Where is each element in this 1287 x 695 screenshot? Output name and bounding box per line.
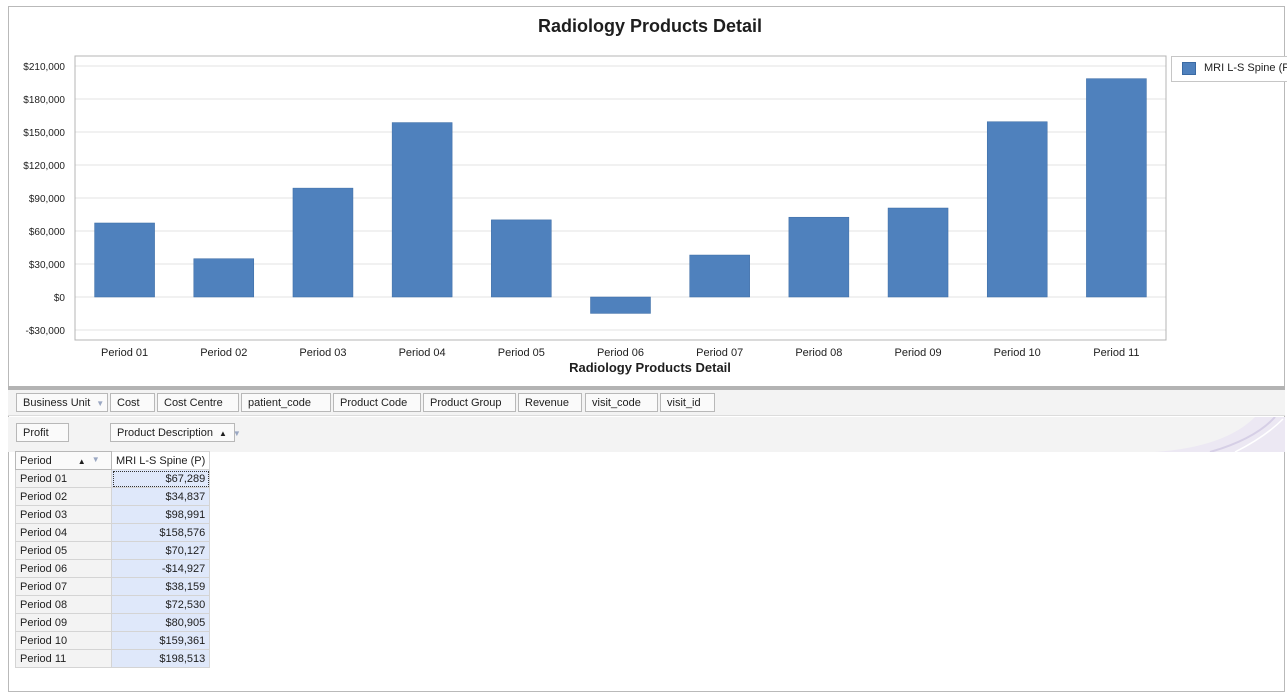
bar[interactable] (788, 216, 850, 298)
field-cost[interactable]: Cost (110, 393, 155, 412)
value-cell[interactable]: $34,837 (110, 487, 211, 506)
row-header[interactable]: Period 05 (15, 541, 112, 560)
bar[interactable] (193, 258, 255, 298)
row-header[interactable]: Period 10 (15, 631, 112, 650)
row-header[interactable]: Period 09 (15, 613, 112, 632)
field-product-code[interactable]: Product Code (333, 393, 421, 412)
bar[interactable] (590, 296, 651, 314)
x-axis-title: Radiology Products Detail (569, 360, 731, 375)
y-tick-label: -$30,000 (26, 326, 66, 337)
x-tick-label: Period 06 (597, 347, 644, 359)
row-header[interactable]: Period 02 (15, 487, 112, 506)
x-tick-label: Period 11 (1093, 347, 1139, 359)
sort-asc-icon: ▲ (219, 429, 227, 438)
row-header[interactable]: Period 01 (15, 469, 112, 488)
x-tick-label: Period 03 (299, 347, 346, 359)
field-visit-code[interactable]: visit_code (585, 393, 658, 412)
x-tick-label: Period 04 (399, 347, 446, 359)
filter-icon[interactable]: ▼ (96, 394, 104, 413)
table-row[interactable]: Period 05 $70,127 (15, 541, 211, 560)
field-profit[interactable]: Profit (16, 423, 69, 442)
x-tick-label: Period 08 (795, 347, 842, 359)
table-row[interactable]: Period 02 $34,837 (15, 487, 211, 506)
legend-swatch (1182, 62, 1196, 75)
field-product-group[interactable]: Product Group (423, 393, 516, 412)
row-header[interactable]: Period 08 (15, 595, 112, 614)
y-tick-label: $210,000 (23, 62, 65, 73)
table-row[interactable]: Period 09 $80,905 (15, 613, 211, 632)
value-cell[interactable]: $67,289 (110, 469, 211, 488)
y-tick-label: $180,000 (23, 95, 65, 106)
table-row[interactable]: Period 04 $158,576 (15, 523, 211, 542)
bar[interactable] (689, 254, 750, 298)
bar[interactable] (391, 122, 453, 298)
table-row[interactable]: Period 01 $67,289 (15, 469, 211, 488)
y-tick-label: $150,000 (23, 128, 65, 139)
field-visit-id[interactable]: visit_id (660, 393, 715, 412)
row-header[interactable]: Period 06 (15, 559, 112, 578)
x-tick-label: Period 10 (994, 347, 1041, 359)
field-period[interactable]: Period ▲ ▼ (15, 451, 112, 470)
value-cell[interactable]: -$14,927 (110, 559, 211, 578)
y-tick-label: $120,000 (23, 161, 65, 172)
table-row[interactable]: Period 06 -$14,927 (15, 559, 211, 578)
bar[interactable] (986, 121, 1048, 298)
bar[interactable] (491, 219, 552, 298)
x-tick-label: Period 07 (696, 347, 743, 359)
value-cell[interactable]: $159,361 (110, 631, 211, 650)
x-tick-label: Period 02 (200, 347, 247, 359)
field-business-unit[interactable]: Business Unit ▼ (16, 393, 108, 412)
field-revenue[interactable]: Revenue (518, 393, 582, 412)
x-tick-label: Period 09 (894, 347, 941, 359)
table-row[interactable]: Period 07 $38,159 (15, 577, 211, 596)
table-row[interactable]: Period 03 $98,991 (15, 505, 211, 524)
bar[interactable] (292, 187, 354, 298)
table-row[interactable]: Period 08 $72,530 (15, 595, 211, 614)
bar-chart: -$30,000 $0 $30,000 $60,000 $90,000 $120,000 $… (23, 55, 1167, 359)
bar[interactable] (887, 207, 949, 298)
value-cell[interactable]: $98,991 (110, 505, 211, 524)
bar[interactable] (1086, 78, 1147, 298)
field-cost-centre[interactable]: Cost Centre (157, 393, 239, 412)
row-header[interactable]: Period 03 (15, 505, 112, 524)
legend-label: MRI L-S Spine (P) (1204, 62, 1287, 74)
field-patient-code[interactable]: patient_code (241, 393, 331, 412)
row-header[interactable]: Period 04 (15, 523, 112, 542)
chart-legend: MRI L-S Spine (P) (1171, 56, 1287, 82)
y-tick-label: $30,000 (29, 260, 66, 271)
pivot-grid: Period ▲ ▼ MRI L-S Spine (P) Period 01 $67,… (15, 451, 211, 668)
decorative-swoosh (1155, 417, 1285, 452)
table-row[interactable]: Period 11 $198,513 (15, 649, 211, 668)
column-header[interactable]: MRI L-S Spine (P) (110, 451, 211, 470)
row-header[interactable]: Period 11 (15, 649, 112, 668)
y-tick-label: $60,000 (29, 227, 66, 238)
data-column-field-area: Profit Product Description ▲ ▼ (8, 417, 1285, 452)
filter-icon[interactable]: ▼ (92, 455, 100, 464)
field-product-description[interactable]: Product Description ▲ ▼ (110, 423, 241, 442)
value-cell[interactable]: $158,576 (110, 523, 211, 542)
y-tick-label: $0 (54, 293, 66, 304)
x-tick-label: Period 05 (498, 347, 545, 359)
value-cell[interactable]: $70,127 (110, 541, 211, 560)
value-cell[interactable]: $72,530 (110, 595, 211, 614)
filter-icon[interactable]: ▼ (233, 424, 241, 443)
value-cell[interactable]: $198,513 (110, 649, 211, 668)
value-cell[interactable]: $80,905 (110, 613, 211, 632)
y-tick-label: $90,000 (29, 194, 66, 205)
filter-field-area: Business Unit ▼ Cost Cost Centre patient_… (8, 390, 1285, 416)
sort-asc-icon: ▲ (77, 456, 86, 466)
row-header[interactable]: Period 07 (15, 577, 112, 596)
value-cell[interactable]: $38,159 (110, 577, 211, 596)
x-tick-label: Period 01 (101, 347, 148, 359)
table-row[interactable]: Period 10 $159,361 (15, 631, 211, 650)
bar[interactable] (94, 222, 155, 298)
